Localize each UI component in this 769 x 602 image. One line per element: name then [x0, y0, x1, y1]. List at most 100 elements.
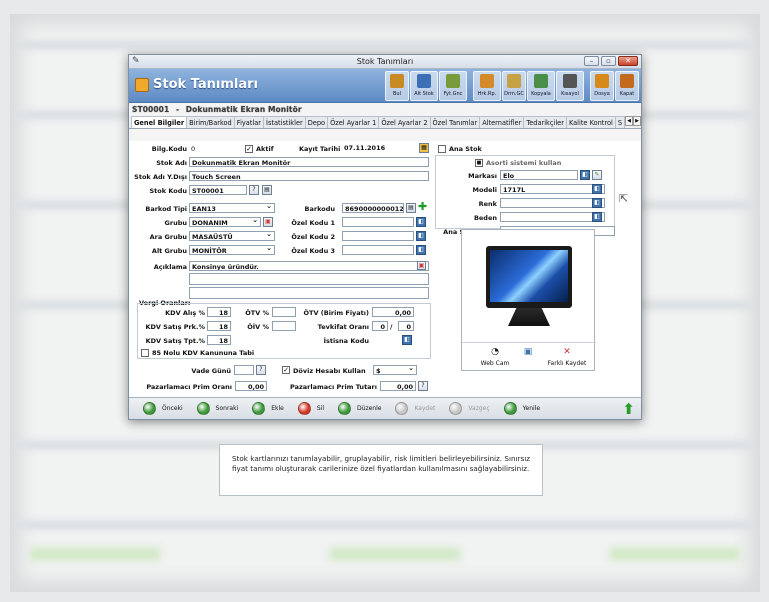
kdv-satis-tpt-field[interactable]: 18 [207, 335, 231, 345]
tab-2[interactable]: Fiyatlar [233, 116, 265, 128]
istisna-label: İstisna Kodu [323, 337, 369, 345]
aciklama-edit-icon[interactable]: ▣ [417, 261, 426, 270]
action-button-5[interactable]: Kaydet [395, 402, 435, 415]
istisna-lookup-icon[interactable]: ◧ [402, 335, 412, 345]
webcam-button[interactable]: ◔ Web Cam [470, 347, 520, 367]
action-button-1[interactable]: Sonraki [196, 402, 238, 415]
action-button-4[interactable]: Düzenle [338, 402, 381, 415]
minimize-button[interactable]: – [584, 56, 599, 66]
aciklama-field-2[interactable] [189, 273, 429, 285]
grubu-edit-icon[interactable]: ▣ [263, 217, 273, 227]
tab-10[interactable]: Kalite Kontrol [565, 116, 616, 128]
stok-kodu-doc-icon[interactable]: ▤ [262, 185, 272, 195]
tab-8[interactable]: Alternatifler [479, 116, 525, 128]
modeli-lookup-icon[interactable]: ◧ [592, 184, 602, 194]
kdv-satis-prk-field[interactable]: 18 [207, 321, 231, 331]
vade-field[interactable] [234, 365, 254, 375]
toolbar-button-6[interactable]: Kısayol [556, 71, 584, 101]
header-title: Stok Tanımları [153, 77, 258, 92]
asorti-checkbox[interactable]: ■ [475, 159, 483, 167]
action-button-6[interactable]: Vazgeç [449, 402, 490, 415]
stok-adi-ydisi-field[interactable]: Touch Screen [189, 171, 429, 181]
add-barcode-icon[interactable]: ✚ [418, 200, 427, 213]
toolbar-button-2[interactable]: Fyt.Gnc [439, 71, 467, 101]
action-label: Sil [316, 405, 325, 412]
tevkifat-separator: / [390, 323, 393, 331]
aciklama-field-1[interactable]: Konsinye üründür. [189, 261, 429, 271]
aktif-checkbox[interactable]: ✓ [245, 145, 253, 153]
image-browse-button[interactable]: ▣ [517, 347, 539, 360]
doviz-select[interactable]: $ [373, 365, 417, 375]
toolbar-button-7[interactable]: Dosya [590, 71, 614, 101]
tab-1[interactable]: Birim/Barkod [186, 116, 235, 128]
ozel-kodu3-lookup-icon[interactable]: ◧ [416, 245, 426, 255]
tab-4[interactable]: Depo [304, 116, 329, 128]
grubu-select[interactable]: DONANIM [189, 217, 261, 227]
ozel-kodu1-lookup-icon[interactable]: ◧ [416, 217, 426, 227]
ozel-kodu2-lookup-icon[interactable]: ◧ [416, 231, 426, 241]
aciklama-field-3[interactable] [189, 287, 429, 299]
ara-grubu-select[interactable]: MASAÜSTÜ [189, 231, 275, 241]
tab-scroll-right-icon[interactable]: ▶ [633, 116, 642, 126]
save-as-button[interactable]: ✕ Farklı Kaydet [542, 347, 592, 367]
ana-stok-checkbox[interactable] [438, 145, 446, 153]
tevkifat-b-field[interactable]: 0 [398, 321, 414, 331]
ozel-kodu1-field[interactable] [342, 217, 414, 227]
stok-adi-field[interactable]: Dokunmatik Ekran Monitör [189, 157, 429, 167]
tab-11[interactable]: S [614, 116, 626, 128]
renk-field[interactable] [500, 198, 605, 208]
up-arrow-icon[interactable]: ⬆ [622, 400, 635, 418]
tevkifat-a-field[interactable]: 0 [372, 321, 388, 331]
toolbar-button-8[interactable]: Kapat [615, 71, 639, 101]
barkod-tipi-select[interactable]: EAN13 [189, 203, 275, 213]
kdv-85-checkbox[interactable] [141, 349, 149, 357]
doviz-checkbox[interactable]: ✓ [282, 366, 290, 374]
tab-9[interactable]: Tedarikçiler [523, 116, 567, 128]
tab-scroll-left-icon[interactable]: ◀ [625, 116, 634, 126]
markasi-field[interactable]: Elo [500, 170, 578, 180]
alt-grubu-label: Alt Grubu [151, 247, 187, 255]
toolbar-button-1[interactable]: Alt Stok [410, 71, 438, 101]
prim-tutari-field[interactable]: 0,00 [380, 381, 416, 391]
beden-field[interactable] [500, 212, 605, 222]
tab-0[interactable]: Genel Bilgiler [131, 116, 188, 128]
kdv-alis-field[interactable]: 18 [207, 307, 231, 317]
renk-lookup-icon[interactable]: ◧ [592, 198, 602, 208]
image-browse-icon: ▣ [523, 347, 533, 357]
action-button-7[interactable]: Yenile [503, 402, 540, 415]
markasi-edit-icon[interactable]: ✎ [592, 170, 602, 180]
kayit-tarihi-field[interactable]: 07.11.2016 [342, 143, 416, 153]
calendar-icon[interactable]: ▦ [419, 143, 429, 153]
toolbar-button-0[interactable]: Bul [385, 71, 409, 101]
oiv-pct-field[interactable] [272, 321, 296, 331]
tab-6[interactable]: Özel Ayarlar 2 [378, 116, 431, 128]
prim-orani-field[interactable]: 0,00 [235, 381, 267, 391]
tab-7[interactable]: Özel Tanımlar [429, 116, 481, 128]
modeli-field[interactable]: 1717L [500, 184, 605, 194]
prim-help-button[interactable]: ? [418, 381, 428, 391]
barkodu-doc-icon[interactable]: ▤ [406, 203, 416, 213]
close-window-button[interactable]: ✕ [618, 56, 638, 66]
alt-grubu-select[interactable]: MONİTÖR [189, 245, 275, 255]
vade-help-button[interactable]: ? [256, 365, 266, 375]
stok-kodu-field[interactable]: ST00001 [189, 185, 247, 195]
kdv-85-label: 85 Nolu KDV Kanununa Tabi [152, 349, 255, 357]
otv-pct-field[interactable] [272, 307, 296, 317]
toolbar-button-3[interactable]: Hrk.Rp. [473, 71, 501, 101]
toolbar-button-5[interactable]: Kopyala [527, 71, 555, 101]
ozel-kodu2-field[interactable] [342, 231, 414, 241]
action-button-0[interactable]: Önceki [143, 402, 183, 415]
markasi-lookup-icon[interactable]: ◧ [580, 170, 590, 180]
action-button-3[interactable]: Sil [297, 402, 325, 415]
tab-5[interactable]: Özel Ayarlar 1 [327, 116, 380, 128]
maximize-button[interactable]: ▫ [601, 56, 616, 66]
beden-lookup-icon[interactable]: ◧ [592, 212, 602, 222]
barkodu-field[interactable]: 8690000000012 [342, 203, 404, 213]
action-button-2[interactable]: Ekle [252, 402, 284, 415]
otv-birim-field[interactable]: 0,00 [372, 307, 414, 317]
tab-3[interactable]: İstatistikler [263, 116, 306, 128]
toolbar-button-4[interactable]: Drm.GC [502, 71, 526, 101]
stok-kodu-help-button[interactable]: ? [249, 185, 259, 195]
ozel-kodu3-field[interactable] [342, 245, 414, 255]
kdv-satis-tpt-label: KDV Satış Tpt.% [145, 337, 205, 345]
